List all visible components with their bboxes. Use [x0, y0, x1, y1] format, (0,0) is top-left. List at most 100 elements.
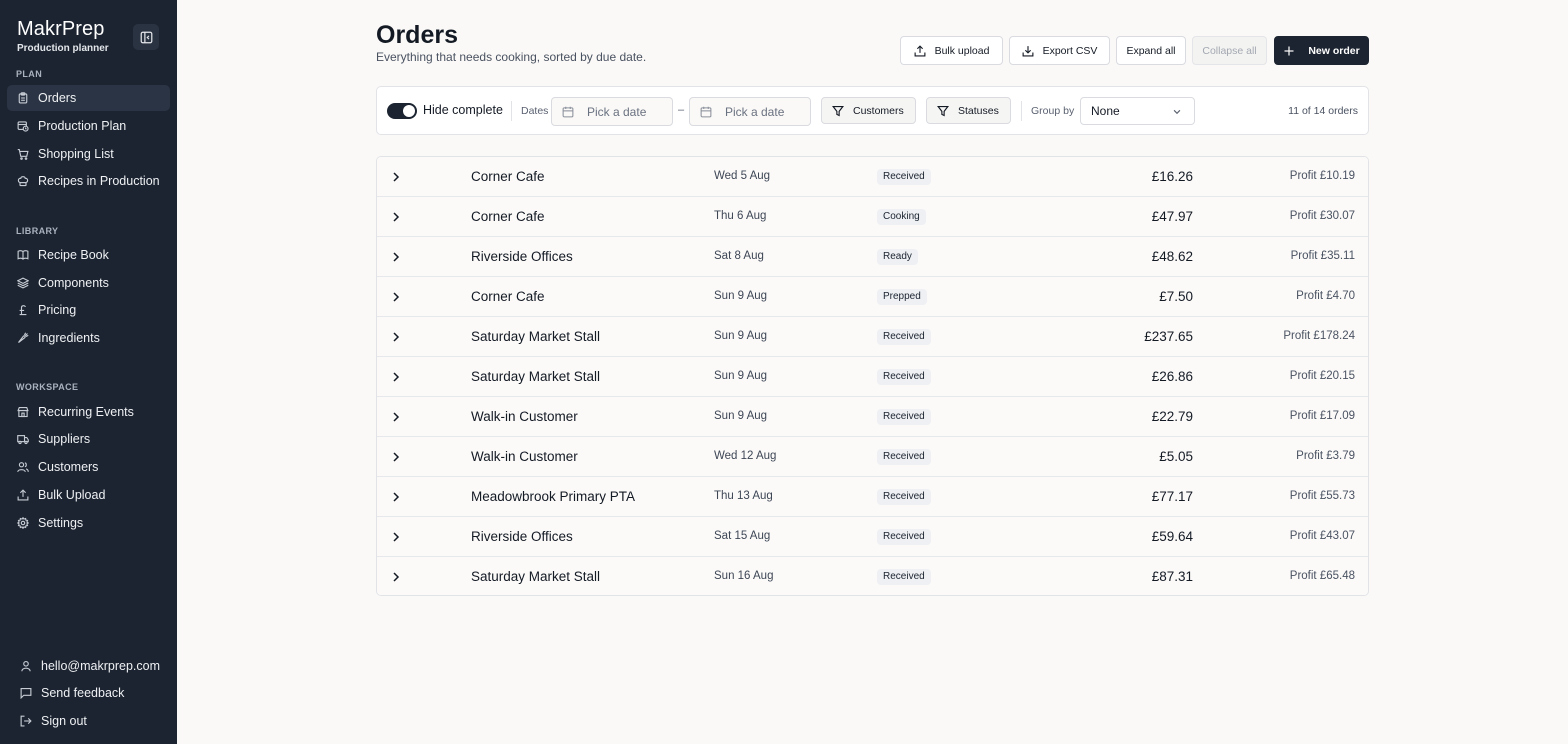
section-label-library: LIBRARY: [16, 226, 59, 236]
sidebar-item-label: Orders: [38, 91, 77, 105]
chevron-right-icon[interactable]: [391, 371, 401, 383]
sign-out-label: Sign out: [41, 714, 87, 728]
order-total: £5.05: [1159, 449, 1193, 464]
expand-all-label: Expand all: [1126, 44, 1176, 57]
sidebar-item-components[interactable]: Components: [7, 270, 170, 296]
sidebar-item-recurring-events[interactable]: Recurring Events: [7, 399, 170, 425]
date-separator: –: [678, 104, 685, 116]
date-to-picker[interactable]: Pick a date: [689, 97, 811, 126]
order-due-date: Sun 16 Aug: [714, 570, 774, 582]
order-due-date: Thu 13 Aug: [714, 490, 773, 502]
order-row[interactable]: Corner Cafe Thu 6 Aug Cooking £47.97 Profit …: [377, 197, 1368, 237]
filter-icon: [832, 105, 844, 116]
sidebar-item-orders[interactable]: Orders: [7, 85, 170, 111]
expand-all-button[interactable]: Expand all: [1116, 36, 1186, 65]
order-due-date: Sat 15 Aug: [714, 530, 771, 542]
orders-count: 11 of 14 orders: [1288, 105, 1358, 117]
hide-complete-toggle[interactable]: [387, 103, 417, 119]
order-due-date: Sun 9 Aug: [714, 330, 768, 342]
collapse-sidebar-button[interactable]: [133, 24, 159, 50]
divider: [1021, 101, 1022, 121]
chevron-right-icon[interactable]: [391, 571, 401, 583]
customers-filter-button[interactable]: Customers: [821, 97, 916, 124]
sidebar-item-label: Shopping List: [38, 147, 114, 161]
order-customer: Corner Cafe: [471, 289, 545, 304]
order-status-badge: Received: [877, 369, 931, 385]
sidebar-item-shopping-list[interactable]: Shopping List: [7, 141, 170, 167]
order-customer: Walk-in Customer: [471, 409, 578, 424]
order-profit: Profit £30.07: [1289, 210, 1355, 222]
order-total: £237.65: [1144, 329, 1193, 344]
order-row[interactable]: Saturday Market Stall Sun 16 Aug Received £…: [377, 557, 1368, 595]
group-by-label: Group by: [1031, 105, 1075, 117]
chevron-right-icon[interactable]: [391, 411, 401, 423]
export-csv-label: Export CSV: [1042, 44, 1098, 57]
order-status-badge: Received: [877, 569, 931, 585]
account-email[interactable]: hello@makrprep.com: [20, 659, 160, 673]
order-row[interactable]: Corner Cafe Sun 9 Aug Prepped £7.50 Profit £…: [377, 277, 1368, 317]
sidebar-item-production-plan[interactable]: Production Plan: [7, 113, 170, 139]
sidebar-item-settings[interactable]: Settings: [7, 510, 170, 536]
order-row[interactable]: Meadowbrook Primary PTA Thu 13 Aug Receive…: [377, 477, 1368, 517]
order-row[interactable]: Corner Cafe Wed 5 Aug Received £16.26 Profit…: [377, 157, 1368, 197]
group-by-select[interactable]: None: [1080, 97, 1195, 125]
sidebar-item-suppliers[interactable]: Suppliers: [7, 426, 170, 452]
chevron-right-icon[interactable]: [391, 491, 401, 503]
user-icon: [21, 660, 31, 672]
sidebar-item-label: Pricing: [38, 303, 77, 317]
page-title: Orders: [376, 21, 458, 49]
order-row[interactable]: Saturday Market Stall Sun 9 Aug Received £2…: [377, 357, 1368, 397]
order-row[interactable]: Walk-in Customer Wed 12 Aug Received £5.05 P…: [377, 437, 1368, 477]
clipboard-icon: [17, 92, 29, 104]
chevron-right-icon[interactable]: [391, 531, 401, 543]
order-due-date: Sat 8 Aug: [714, 250, 764, 262]
pound-icon: [17, 304, 29, 316]
order-due-date: Wed 5 Aug: [714, 170, 771, 182]
collapse-all-button[interactable]: Collapse all: [1192, 36, 1267, 65]
truck-icon: [17, 433, 29, 445]
order-customer: Corner Cafe: [471, 209, 545, 224]
order-profit: Profit £3.79: [1296, 450, 1355, 462]
sidebar-item-recipe-book[interactable]: Recipe Book: [7, 242, 170, 268]
bulk-upload-button[interactable]: Bulk upload: [900, 36, 1003, 65]
carrot-icon: [17, 332, 29, 344]
export-csv-button[interactable]: Export CSV: [1009, 36, 1110, 65]
chevron-right-icon[interactable]: [391, 211, 401, 223]
sign-out-link[interactable]: Sign out: [20, 714, 87, 728]
filter-icon: [937, 105, 949, 116]
sidebar-item-bulk-upload[interactable]: Bulk Upload: [7, 482, 170, 508]
order-row[interactable]: Riverside Offices Sat 15 Aug Received £59.6…: [377, 517, 1368, 557]
filter-bar: Hide complete Dates Pick a date – Pick a…: [376, 86, 1369, 135]
new-order-button[interactable]: New order: [1274, 36, 1369, 65]
order-total: £16.26: [1151, 169, 1193, 184]
order-total: £7.50: [1159, 289, 1193, 304]
order-profit: Profit £17.09: [1289, 410, 1355, 422]
order-total: £26.86: [1151, 369, 1193, 384]
chevron-right-icon[interactable]: [391, 451, 401, 463]
order-status-badge: Received: [877, 329, 931, 345]
sidebar-item-customers[interactable]: Customers: [7, 454, 170, 480]
upload-icon: [914, 44, 925, 56]
order-row[interactable]: Riverside Offices Sat 8 Aug Ready £48.62 Pro…: [377, 237, 1368, 277]
sidebar-item-recipes-in-production[interactable]: Recipes in Production: [7, 168, 170, 194]
sidebar-item-pricing[interactable]: Pricing: [7, 297, 170, 323]
sidebar-item-ingredients[interactable]: Ingredients: [7, 325, 170, 351]
order-total: £47.97: [1151, 209, 1193, 224]
order-customer: Saturday Market Stall: [471, 329, 601, 344]
chevron-right-icon[interactable]: [391, 331, 401, 343]
date-from-picker[interactable]: Pick a date: [551, 97, 673, 126]
chevron-right-icon[interactable]: [391, 251, 401, 263]
chevron-right-icon[interactable]: [391, 171, 401, 183]
order-row[interactable]: Walk-in Customer Sun 9 Aug Received £22.79 P…: [377, 397, 1368, 437]
collapse-all-label: Collapse all: [1202, 44, 1257, 57]
send-feedback-link[interactable]: Send feedback: [20, 686, 124, 700]
users-icon: [17, 461, 29, 473]
statuses-filter-button[interactable]: Statuses: [926, 97, 1011, 124]
order-profit: Profit £20.15: [1289, 370, 1355, 382]
chevron-right-icon[interactable]: [391, 291, 401, 303]
order-status-badge: Cooking: [877, 209, 926, 225]
sidebar-item-label: Suppliers: [38, 432, 91, 446]
order-customer: Riverside Offices: [471, 249, 573, 264]
order-row[interactable]: Saturday Market Stall Sun 9 Aug Received £2…: [377, 317, 1368, 357]
account-email-label: hello@makrprep.com: [41, 659, 160, 673]
